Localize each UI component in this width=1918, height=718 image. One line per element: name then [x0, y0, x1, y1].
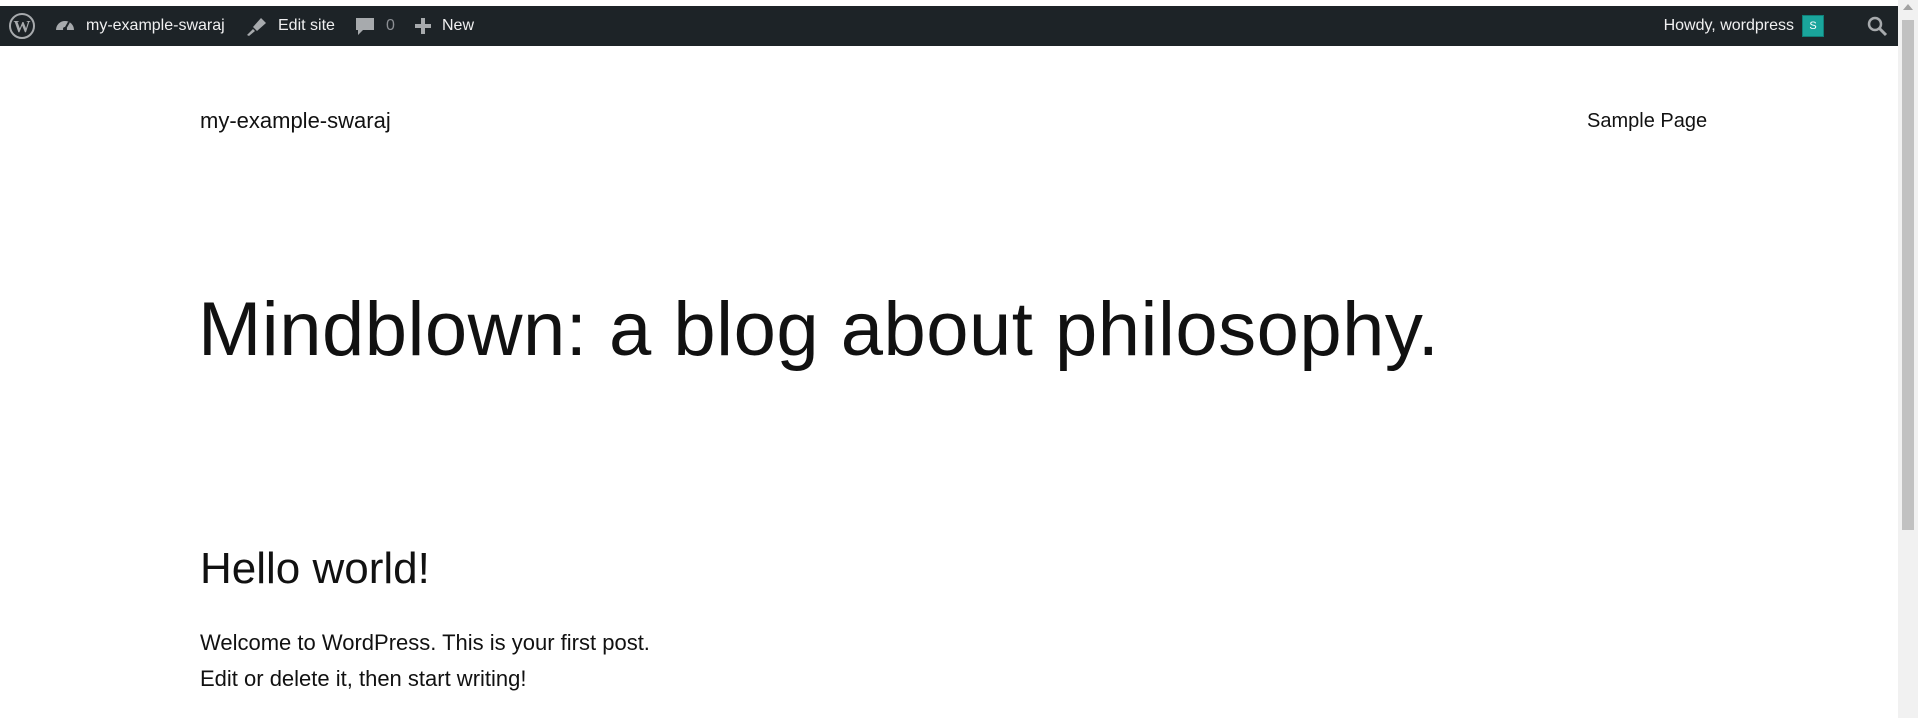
comments-count: 0: [386, 17, 395, 34]
search-button[interactable]: [1866, 6, 1888, 46]
howdy-label: Howdy, wordpress: [1663, 17, 1794, 34]
svg-text:W: W: [14, 17, 31, 36]
new-content-button[interactable]: New: [414, 6, 474, 46]
comments-button[interactable]: 0: [354, 6, 395, 46]
scroll-up-arrow-icon[interactable]: [1903, 4, 1913, 10]
dashboard-icon: [54, 15, 76, 37]
nav-item-sample-page[interactable]: Sample Page: [1587, 110, 1707, 133]
brush-icon: [244, 15, 268, 37]
wordpress-logo-button[interactable]: W: [8, 6, 36, 46]
post-excerpt-line: Welcome to WordPress. This is your first…: [200, 630, 650, 655]
admin-bar: W my-example-swaraj Edit site 0 New Howd…: [0, 6, 1898, 46]
edit-site-button[interactable]: Edit site: [244, 6, 335, 46]
avatar: S: [1802, 15, 1824, 37]
comment-bubble-icon: [354, 15, 376, 37]
site-name-label: my-example-swaraj: [86, 17, 225, 34]
post-excerpt-line: Edit or delete it, then start writing!: [200, 666, 527, 691]
site-name-menu[interactable]: my-example-swaraj: [54, 6, 225, 46]
new-label: New: [442, 17, 475, 34]
plus-icon: [414, 17, 432, 35]
post-title-link[interactable]: Hello world!: [200, 544, 430, 594]
search-icon: [1866, 15, 1888, 37]
wordpress-logo-icon: W: [8, 12, 36, 40]
vertical-scrollbar[interactable]: [1898, 0, 1918, 718]
account-menu[interactable]: Howdy, wordpress S: [1664, 6, 1824, 46]
scroll-thumb[interactable]: [1902, 20, 1914, 530]
edit-site-label: Edit site: [278, 17, 335, 34]
site-title-link[interactable]: my-example-swaraj: [200, 108, 391, 134]
page-heading: Mindblown: a blog about philosophy.: [198, 287, 1440, 372]
